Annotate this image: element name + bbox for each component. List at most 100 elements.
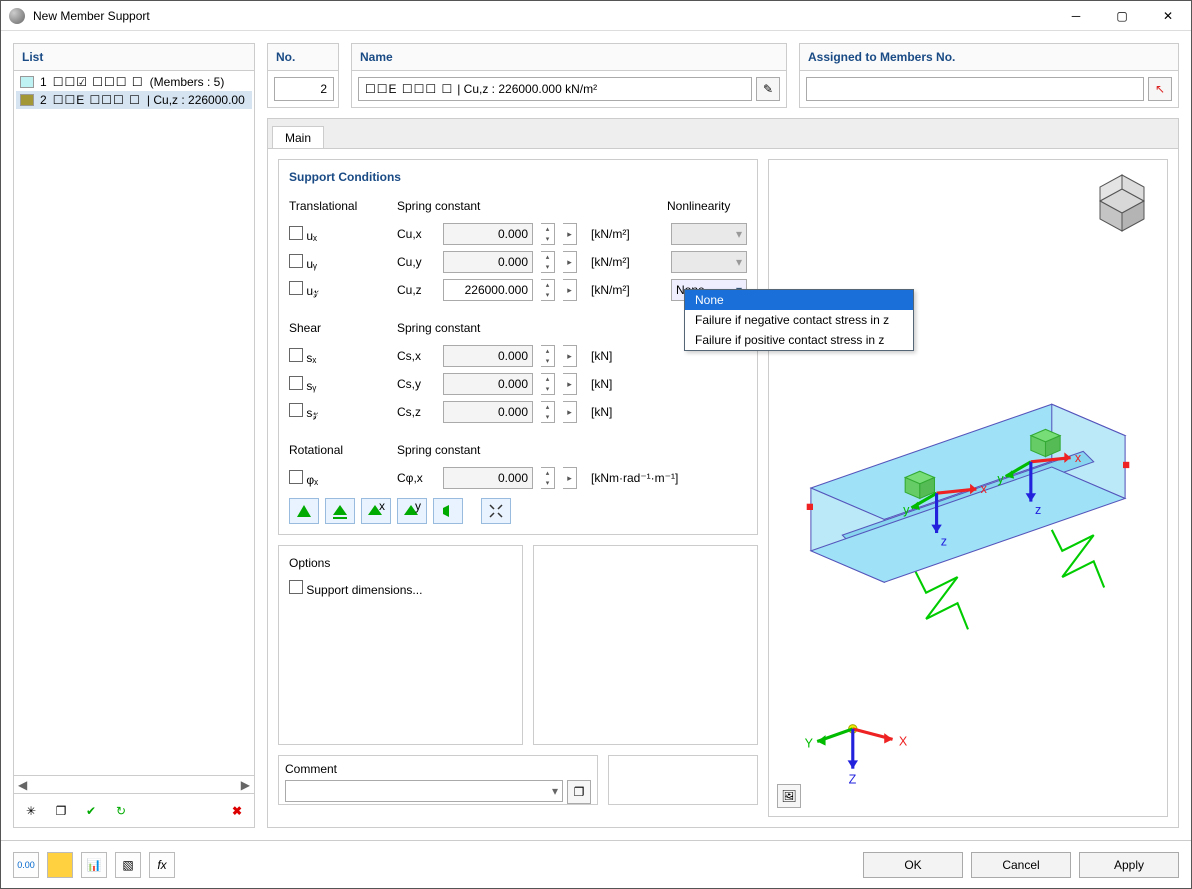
value-uz[interactable] [443,279,533,301]
minimize-button[interactable]: ─ [1053,1,1099,31]
label-sx: sₓ [306,351,316,365]
list-toolbar: ✳ ❐ ✔ ↻ ✖ [14,793,254,827]
support-roller-y-icon[interactable]: y [397,498,427,524]
label-uy: uᵧ [306,257,317,271]
step-button[interactable]: ▸ [563,251,577,273]
ok-button[interactable]: OK [863,852,963,878]
name-box: Name ☐☐E ☐☐☐ ☐ | Cu,z : 226000.000 kN/m²… [351,43,787,108]
color-button[interactable] [47,852,73,878]
value-ux[interactable] [443,223,533,245]
spring-label: Cu,z [397,283,435,297]
list-item[interactable]: 1 ☐☐☑ ☐☐☐ ☐ (Members : 5) [16,73,252,91]
shear-header: Shear [289,321,389,335]
new-item-button[interactable]: ✳ [18,798,44,824]
value-sx[interactable] [443,345,533,367]
list-panel: List 1 ☐☐☑ ☐☐☐ ☐ (Members : 5) 2 ☐☐E ☐☐☐… [13,43,255,828]
checkbox-phix[interactable] [289,470,303,484]
spinner[interactable]: ▴▾ [541,251,555,273]
dialog-footer: 0.00 📊 ▧ fx OK Cancel Apply [1,840,1191,888]
step-button[interactable]: ▸ [563,467,577,489]
rotational-header: Rotational [289,443,389,457]
units-button[interactable]: 0.00 [13,852,39,878]
no-header: No. [268,44,338,71]
assign-box: Assigned to Members No. ↖ [799,43,1179,108]
spring-constant-header: Spring constant [397,199,567,213]
value-uy[interactable] [443,251,533,273]
color-swatch [20,76,34,88]
support-roller-x-icon[interactable]: x [361,498,391,524]
support-expand-icon[interactable] [481,498,511,524]
svg-text:Y: Y [805,737,814,751]
spinner[interactable]: ▴▾ [541,373,555,395]
view-cube-icon[interactable] [1087,170,1157,240]
step-button[interactable]: ▸ [563,401,577,423]
no-input[interactable] [274,77,334,101]
name-glyphs: ☐☐E ☐☐☐ ☐ [365,82,453,96]
step-button[interactable]: ▸ [563,223,577,245]
svg-text:Z: Z [849,772,857,786]
label-phix: φₓ [306,473,318,487]
label-sz: s𝓏 [306,406,318,420]
spinner[interactable]: ▴▾ [541,223,555,245]
preview-panel[interactable]: x y z x y z [768,159,1168,817]
list-item-desc: | Cu,z : 226000.00 [147,93,245,107]
nonlinearity-dropdown[interactable]: None Failure if negative contact stress … [684,289,914,351]
delete-button[interactable]: ✖ [224,798,250,824]
pick-members-button[interactable]: ↖ [1148,77,1172,101]
window-title: New Member Support [33,9,1053,23]
checkbox-uy[interactable] [289,254,303,268]
checkbox-support-dimensions[interactable] [289,580,303,594]
color-swatch [20,94,34,106]
step-button[interactable]: ▸ [563,373,577,395]
checkbox-uz[interactable] [289,281,303,295]
assign-input[interactable] [806,77,1144,101]
model-button[interactable]: ▧ [115,852,141,878]
spinner[interactable]: ▴▾ [541,467,555,489]
spring-label: Cs,x [397,349,435,363]
spinner[interactable]: ▴▾ [541,401,555,423]
copy-item-button[interactable]: ❐ [48,798,74,824]
value-sz[interactable] [443,401,533,423]
nonlinearity-ux: ▾ [671,223,747,245]
comment-library-button[interactable]: ❐ [567,780,591,804]
step-button[interactable]: ▸ [563,345,577,367]
svg-text:x: x [379,503,385,513]
maximize-button[interactable]: ▢ [1099,1,1145,31]
checkbox-sx[interactable] [289,348,303,362]
spinner[interactable]: ▴▾ [541,279,555,301]
name-input[interactable]: ☐☐E ☐☐☐ ☐ | Cu,z : 226000.000 kN/m² [358,77,752,101]
support-fixed-icon[interactable] [289,498,319,524]
support-pinned-icon[interactable] [325,498,355,524]
refresh-button[interactable]: ↻ [108,798,134,824]
checkbox-sy[interactable] [289,376,303,390]
horizontal-scrollbar[interactable]: ◀▶ [14,775,254,793]
list-body[interactable]: 1 ☐☐☑ ☐☐☐ ☐ (Members : 5) 2 ☐☐E ☐☐☐ ☐ | … [14,71,254,775]
close-button[interactable]: ✕ [1145,1,1191,31]
dropdown-item-failure-positive[interactable]: Failure if positive contact stress in z [685,330,913,350]
dropdown-item-none[interactable]: None [685,290,913,310]
chart-button[interactable]: 📊 [81,852,107,878]
label-uz: u𝓏 [306,284,318,298]
value-sy[interactable] [443,373,533,395]
support-sound-icon[interactable] [433,498,463,524]
checkbox-sz[interactable] [289,403,303,417]
nonlinearity-uy: ▾ [671,251,747,273]
tab-main[interactable]: Main [272,126,324,149]
value-phix[interactable] [443,467,533,489]
cancel-button[interactable]: Cancel [971,852,1071,878]
spring-label: Cs,y [397,377,435,391]
preview-settings-button[interactable]: 🖼 [777,784,801,808]
check-button[interactable]: ✔ [78,798,104,824]
dropdown-item-failure-negative[interactable]: Failure if negative contact stress in z [685,310,913,330]
step-button[interactable]: ▸ [563,279,577,301]
checkbox-ux[interactable] [289,226,303,240]
name-value: | Cu,z : 226000.000 kN/m² [457,82,597,96]
fx-button[interactable]: fx [149,852,175,878]
comment-input[interactable]: ▾ [285,780,563,802]
list-item[interactable]: 2 ☐☐E ☐☐☐ ☐ | Cu,z : 226000.00 [16,91,252,109]
spinner[interactable]: ▴▾ [541,345,555,367]
apply-button[interactable]: Apply [1079,852,1179,878]
edit-name-button[interactable]: ✎ [756,77,780,101]
support-type-toolbar: x y [289,498,747,524]
spring-label: Cs,z [397,405,435,419]
